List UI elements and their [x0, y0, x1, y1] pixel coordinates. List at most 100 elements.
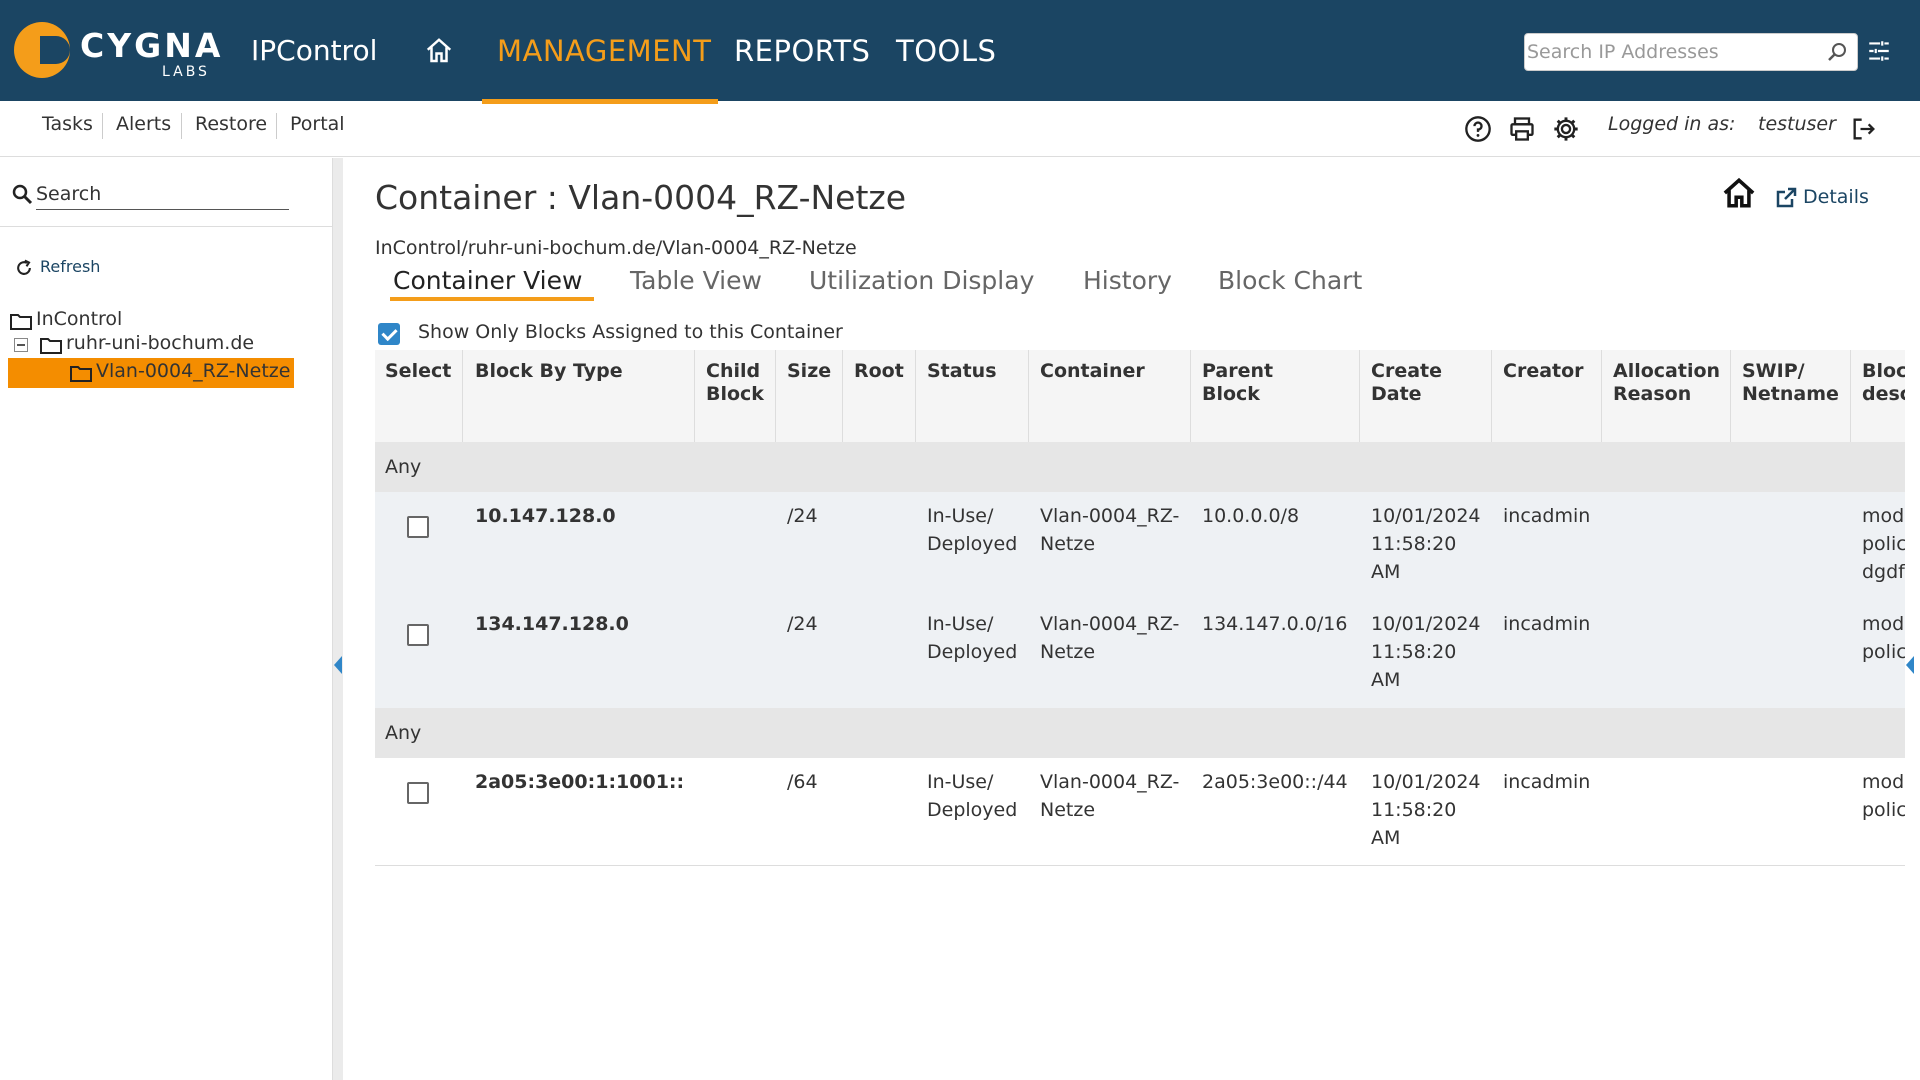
logo-mark-icon	[14, 22, 70, 78]
refresh-icon[interactable]	[14, 258, 34, 278]
nav-tools[interactable]: TOOLS	[896, 34, 996, 68]
table-row[interactable]: 10.147.128.0 /24 In-Use/Deployed Vlan-00…	[375, 492, 1905, 600]
external-link-icon[interactable]	[1774, 186, 1798, 210]
col-select[interactable]: Select	[385, 360, 451, 383]
col-block-desc-line1: Bloc	[1862, 360, 1905, 382]
cell-creator: incadmin	[1503, 505, 1591, 527]
cell-status-line2: Deployed	[927, 641, 1018, 663]
col-create-date[interactable]: Create Date	[1371, 360, 1442, 406]
divider	[181, 113, 182, 139]
cell-status-line1: In-Use/	[927, 613, 994, 635]
divider	[375, 865, 1905, 866]
cell-creator: incadmin	[1503, 771, 1591, 793]
link-alerts[interactable]: Alerts	[116, 113, 171, 135]
details-link[interactable]: Details	[1803, 186, 1869, 208]
row-select-checkbox[interactable]	[407, 782, 429, 804]
row-select-checkbox[interactable]	[407, 516, 429, 538]
nav-reports[interactable]: REPORTS	[734, 34, 870, 68]
ip-search-box	[1524, 33, 1858, 71]
logo-sub: LABS	[162, 64, 210, 80]
show-only-assigned-label: Show Only Blocks Assigned to this Contai…	[418, 321, 843, 343]
tree-node-incontrol[interactable]: InControl	[36, 308, 122, 330]
cell-status-line2: Deployed	[927, 533, 1018, 555]
tab-utilization-display[interactable]: Utilization Display	[809, 266, 1034, 295]
cell-date-line2: 11:58:20	[1371, 799, 1457, 821]
cell-container: Vlan-0004_RZ- Netze	[1040, 502, 1179, 558]
print-icon[interactable]	[1508, 115, 1536, 143]
col-create-date-line2: Date	[1371, 383, 1422, 405]
tree-node-ruhr-uni-bochum[interactable]: ruhr-uni-bochum.de	[66, 332, 254, 354]
col-child-block[interactable]: Child Block	[706, 360, 764, 406]
cell-desc-line1: modi	[1862, 771, 1905, 793]
col-container[interactable]: Container	[1040, 360, 1145, 383]
blocks-table: Select Block By Type Child Block Size Roo…	[375, 350, 1905, 870]
divider	[842, 350, 843, 442]
cell-parent-block: 2a05:3e00::/44	[1202, 771, 1348, 793]
cell-date-line1: 10/01/2024	[1371, 613, 1481, 635]
cell-container-line2: Netze	[1040, 799, 1096, 821]
show-only-assigned-checkbox[interactable]	[378, 323, 400, 345]
collapse-node-icon[interactable]	[14, 338, 28, 352]
refresh-link[interactable]: Refresh	[40, 257, 100, 276]
tune-icon[interactable]	[1866, 38, 1892, 64]
cell-desc-line2: polic	[1862, 641, 1905, 663]
divider	[1601, 350, 1602, 442]
tab-block-chart[interactable]: Block Chart	[1218, 266, 1362, 295]
folder-icon	[70, 364, 92, 382]
tree-node-vlan-0004[interactable]: Vlan-0004_RZ-Netze	[96, 360, 290, 382]
active-tab-indicator	[390, 297, 594, 301]
col-allocation-reason-line2: Reason	[1613, 383, 1692, 405]
search-icon[interactable]	[1825, 40, 1849, 64]
row-select-checkbox[interactable]	[407, 624, 429, 646]
cell-status: In-Use/Deployed	[927, 768, 1017, 824]
cell-date-line3: AM	[1371, 669, 1401, 691]
nav-management[interactable]: MANAGEMENT	[497, 34, 711, 68]
link-tasks[interactable]: Tasks	[42, 113, 93, 135]
sidebar-resize-handle[interactable]	[333, 158, 343, 1080]
tab-table-view[interactable]: Table View	[630, 266, 762, 295]
gear-icon[interactable]	[1552, 115, 1580, 143]
group-label: Any	[385, 722, 422, 744]
help-icon[interactable]	[1464, 115, 1492, 143]
table-row[interactable]: 2a05:3e00:1:1001:: /64 In-Use/Deployed V…	[375, 758, 1905, 866]
col-block-by-type[interactable]: Block By Type	[475, 360, 623, 383]
tab-container-view[interactable]: Container View	[393, 266, 582, 295]
link-restore[interactable]: Restore	[195, 113, 267, 135]
cell-desc-line2: polic	[1862, 533, 1905, 555]
col-root[interactable]: Root	[854, 360, 904, 383]
col-swip-netname[interactable]: SWIP/Netname	[1742, 360, 1839, 406]
divider	[102, 113, 103, 139]
table-header: Select Block By Type Child Block Size Roo…	[375, 350, 1905, 442]
col-allocation-reason[interactable]: Allocation Reason	[1613, 360, 1720, 406]
col-size[interactable]: Size	[787, 360, 831, 383]
group-row[interactable]: Any	[375, 708, 1905, 758]
col-block-desc[interactable]: Blocdesc	[1862, 360, 1905, 406]
cell-date-line1: 10/01/2024	[1371, 771, 1481, 793]
cell-block[interactable]: 134.147.128.0	[475, 610, 629, 638]
col-parent-block[interactable]: Parent Block	[1202, 360, 1273, 406]
col-parent-block-line1: Parent	[1202, 360, 1274, 382]
cell-parent-block: 10.0.0.0/8	[1202, 505, 1300, 527]
divider	[0, 226, 333, 227]
table-row[interactable]: 134.147.128.0 /24 In-Use/Deployed Vlan-0…	[375, 600, 1905, 708]
col-creator[interactable]: Creator	[1503, 360, 1584, 383]
expand-panel-icon[interactable]	[1906, 656, 1914, 674]
col-status[interactable]: Status	[927, 360, 997, 383]
cygna-labs-logo[interactable]: CYGNA LABS	[14, 20, 220, 80]
home-icon[interactable]	[424, 36, 454, 66]
cell-block[interactable]: 10.147.128.0	[475, 502, 616, 530]
cell-block[interactable]: 2a05:3e00:1:1001::	[475, 768, 684, 796]
collapse-sidebar-icon[interactable]	[334, 656, 342, 674]
home-icon[interactable]	[1722, 176, 1756, 210]
tab-history[interactable]: History	[1083, 266, 1172, 295]
tree-search-input[interactable]	[36, 178, 289, 210]
ip-search-input[interactable]	[1527, 38, 1817, 66]
link-portal[interactable]: Portal	[290, 113, 345, 135]
group-row[interactable]: Any	[375, 442, 1905, 492]
page-title: Container : Vlan-0004_RZ-Netze	[375, 178, 907, 217]
cell-desc-line1: modi	[1862, 505, 1905, 527]
logout-icon[interactable]	[1850, 115, 1878, 143]
cell-size: /24	[787, 505, 818, 527]
cell-status: In-Use/Deployed	[927, 502, 1017, 558]
divider	[462, 350, 463, 442]
